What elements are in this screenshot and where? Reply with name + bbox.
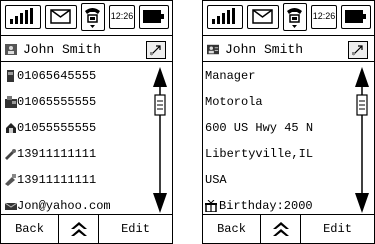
message-icon <box>45 5 77 29</box>
list-item-text: 01065555555 <box>17 95 97 109</box>
edit-button[interactable]: Edit <box>301 215 374 243</box>
list-item[interactable]: Motorola <box>203 89 349 115</box>
list-item-text: Manager <box>205 69 256 83</box>
clock: 12:26 <box>311 5 337 29</box>
list-item[interactable]: 01065555555 <box>1 89 147 115</box>
battery-icon <box>341 5 371 29</box>
scroll-down-arrow <box>153 193 167 213</box>
menu-up-button[interactable] <box>59 215 99 243</box>
softkey-bar: Back Edit <box>1 214 172 243</box>
scroll-up-arrow <box>153 67 167 87</box>
list-item-text: 13911111111 <box>17 173 97 187</box>
contact-header: John Smith <box>203 39 374 62</box>
pager-icon <box>5 174 16 186</box>
status-bar: 12:26 <box>203 1 374 36</box>
signal-icon <box>5 5 41 29</box>
contact-screen-phones: 12:26 John Smith 01065645555 01065555555… <box>0 0 173 244</box>
list-item-text: Motorola <box>205 95 263 109</box>
edit-contact-button[interactable] <box>348 41 368 59</box>
clock: 12:26 <box>109 5 135 29</box>
contact-detail-list[interactable]: 01065645555 01065555555 01055555555 1391… <box>1 63 147 219</box>
contact-detail-list[interactable]: Manager Motorola 600 US Hwy 45 N Liberty… <box>203 63 349 219</box>
contact-card-icon <box>5 44 17 55</box>
scroll-up-arrow <box>355 67 369 87</box>
contact-screen-details: 12:26 John Smith Manager Motorola 600 US… <box>202 0 375 244</box>
battery-icon <box>139 5 169 29</box>
contact-card-icon <box>207 44 219 55</box>
message-icon <box>247 5 279 29</box>
contact-name: John Smith <box>225 42 304 57</box>
list-item[interactable]: 13911111111 <box>1 167 147 193</box>
list-item[interactable]: 13911111111 <box>1 141 147 167</box>
list-item[interactable]: 600 US Hwy 45 N <box>203 115 349 141</box>
list-item-text: USA <box>205 173 227 187</box>
scrollbar[interactable] <box>353 65 371 215</box>
fax-icon <box>5 96 17 108</box>
list-item-text: Libertyville,IL <box>205 147 314 161</box>
contact-header: John Smith <box>1 39 172 62</box>
edit-button[interactable]: Edit <box>99 215 172 243</box>
signal-icon <box>207 5 243 29</box>
list-item-text: 13911111111 <box>17 147 97 161</box>
contact-name: John Smith <box>23 42 102 57</box>
back-button[interactable]: Back <box>1 215 59 243</box>
list-item[interactable]: 01055555555 <box>1 115 147 141</box>
status-bar: 12:26 <box>1 1 172 36</box>
list-item[interactable]: Libertyville,IL <box>203 141 349 167</box>
mobile-phone-icon <box>5 149 16 160</box>
back-button[interactable]: Back <box>203 215 261 243</box>
list-item-text: 600 US Hwy 45 N <box>205 121 314 135</box>
edit-contact-button[interactable] <box>146 41 166 59</box>
softkey-bar: Back Edit <box>203 214 374 243</box>
list-item-text: 01065645555 <box>17 69 97 83</box>
list-item[interactable]: 01065645555 <box>1 63 147 89</box>
phone-status-icon <box>283 3 307 31</box>
phone-status-icon <box>81 3 105 31</box>
desk-phone-icon <box>7 70 14 82</box>
list-item[interactable]: Manager <box>203 63 349 89</box>
menu-up-button[interactable] <box>261 215 301 243</box>
list-item-text: 01055555555 <box>17 121 97 135</box>
home-phone-icon <box>6 123 16 133</box>
gift-icon <box>205 200 217 212</box>
email-icon <box>5 202 17 210</box>
scroll-down-arrow <box>355 193 369 213</box>
scrollbar[interactable] <box>151 65 169 215</box>
list-item[interactable]: USA <box>203 167 349 193</box>
